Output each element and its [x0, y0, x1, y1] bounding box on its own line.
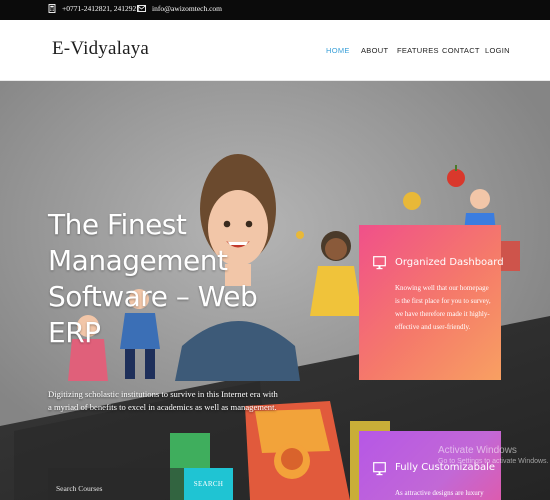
- monitor-icon: [373, 256, 386, 275]
- nav-home[interactable]: HOME: [326, 46, 350, 55]
- nav-contact[interactable]: CONTACT: [442, 46, 480, 55]
- search-button[interactable]: SEARCH: [184, 468, 233, 500]
- watermark-subtitle: Go to Settings to activate Windows.: [438, 458, 549, 465]
- phone-number: +0771-2412821, 2412921: [62, 4, 140, 13]
- monitor-icon: [373, 462, 386, 481]
- card-text: As attractive designs are luxury: [395, 489, 484, 497]
- feature-card-customizable: Fully Customizabale As attractive design…: [359, 431, 501, 500]
- hero-title: The Finest Management Software – Web ERP: [48, 208, 258, 349]
- card-title: Organized Dashboard: [395, 257, 504, 268]
- hero-subtitle: Digitizing scholastic institutions to su…: [48, 389, 278, 412]
- envelope-icon: [137, 5, 146, 12]
- phone-contact: +0771-2412821, 2412921: [48, 4, 140, 13]
- search-courses-input[interactable]: [48, 468, 184, 500]
- phone-icon: [48, 4, 56, 13]
- nav-login[interactable]: LOGIN: [485, 46, 510, 55]
- course-search: SEARCH: [48, 468, 233, 500]
- hero-section: The Finest Management Software – Web ERP…: [0, 81, 550, 500]
- nav-about[interactable]: ABOUT: [361, 46, 388, 55]
- watermark-title: Activate Windows: [438, 445, 517, 456]
- card-text: Knowing well that our homepage is the fi…: [395, 284, 491, 331]
- site-header: E-Vidyalaya HOME ABOUT FEATURES CONTACT …: [0, 20, 550, 81]
- top-contact-bar: +0771-2412821, 2412921 info@awizomtech.c…: [0, 0, 550, 20]
- feature-card-dashboard: Organized Dashboard Knowing well that ou…: [359, 225, 504, 380]
- main-nav: HOME ABOUT FEATURES CONTACT LOGIN: [0, 46, 550, 58]
- activate-windows-watermark: Activate Windows Go to Settings to activ…: [438, 445, 549, 465]
- nav-features[interactable]: FEATURES: [397, 46, 439, 55]
- email-address[interactable]: info@awizomtech.com: [152, 4, 222, 13]
- email-contact[interactable]: info@awizomtech.com: [137, 4, 222, 13]
